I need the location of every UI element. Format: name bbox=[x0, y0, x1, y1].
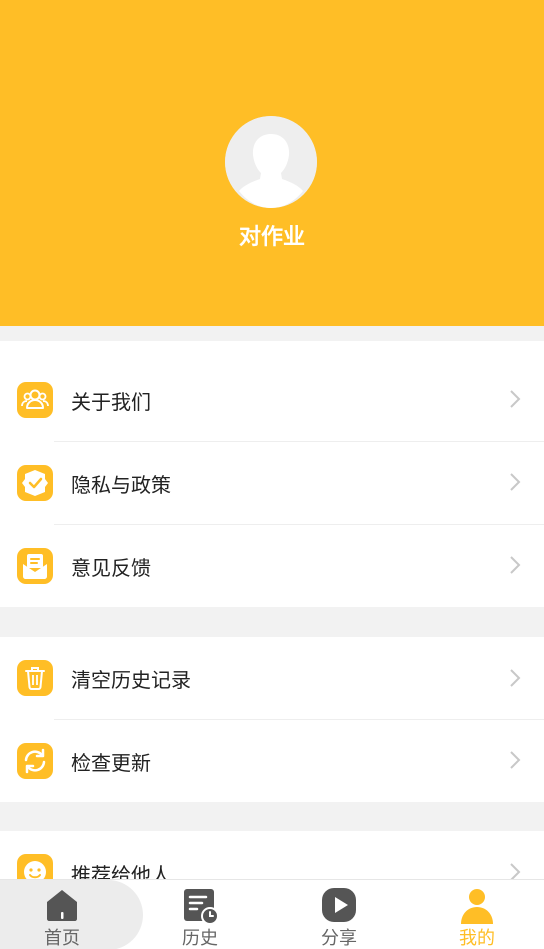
tab-history[interactable]: 历史 bbox=[132, 880, 268, 949]
person-icon bbox=[458, 886, 496, 924]
chevron-right-icon bbox=[508, 668, 522, 688]
avatar[interactable] bbox=[225, 116, 317, 208]
refresh-icon bbox=[17, 743, 53, 779]
chevron-right-icon bbox=[508, 750, 522, 770]
profile-page: 对作业 关于我们 隐私与政策 意见反馈 清空历史记录 检查更新 推荐给他人 首页… bbox=[0, 0, 544, 949]
tab-label: 分享 bbox=[321, 928, 357, 949]
shield-check-icon bbox=[17, 465, 53, 501]
home-icon bbox=[43, 886, 81, 924]
chevron-right-icon bbox=[508, 555, 522, 575]
tab-mine[interactable]: 我的 bbox=[409, 880, 544, 949]
menu-group-1: 关于我们 隐私与政策 意见反馈 bbox=[0, 341, 544, 607]
tab-home[interactable]: 首页 bbox=[0, 880, 130, 949]
menu-item-check-update[interactable]: 检查更新 bbox=[0, 719, 544, 802]
play-icon bbox=[320, 886, 358, 924]
menu-item-feedback[interactable]: 意见反馈 bbox=[0, 524, 544, 607]
profile-header: 对作业 bbox=[0, 0, 544, 326]
users-icon bbox=[17, 382, 53, 418]
menu-item-label: 关于我们 bbox=[71, 390, 151, 414]
chevron-right-icon bbox=[508, 472, 522, 492]
bottom-tab-bar: 首页 历史 分享 我的 bbox=[0, 879, 544, 949]
chevron-right-icon bbox=[508, 389, 522, 409]
menu-item-label: 清空历史记录 bbox=[71, 668, 191, 692]
menu-item-clear-history[interactable]: 清空历史记录 bbox=[0, 637, 544, 720]
trash-icon bbox=[17, 660, 53, 696]
feedback-icon bbox=[17, 548, 53, 584]
menu-item-about-us[interactable]: 关于我们 bbox=[0, 358, 544, 441]
menu-group-2: 清空历史记录 检查更新 bbox=[0, 637, 544, 802]
username: 对作业 bbox=[238, 225, 305, 250]
tab-share[interactable]: 分享 bbox=[271, 880, 407, 949]
tab-label: 首页 bbox=[44, 928, 80, 949]
tab-label: 我的 bbox=[459, 928, 495, 949]
menu-item-label: 隐私与政策 bbox=[71, 473, 171, 497]
menu-item-label: 意见反馈 bbox=[71, 556, 151, 580]
menu-item-label: 检查更新 bbox=[71, 751, 151, 775]
default-avatar-icon bbox=[225, 116, 317, 208]
menu-item-privacy-policy[interactable]: 隐私与政策 bbox=[0, 441, 544, 524]
history-icon bbox=[181, 886, 219, 924]
tab-label: 历史 bbox=[182, 928, 218, 949]
